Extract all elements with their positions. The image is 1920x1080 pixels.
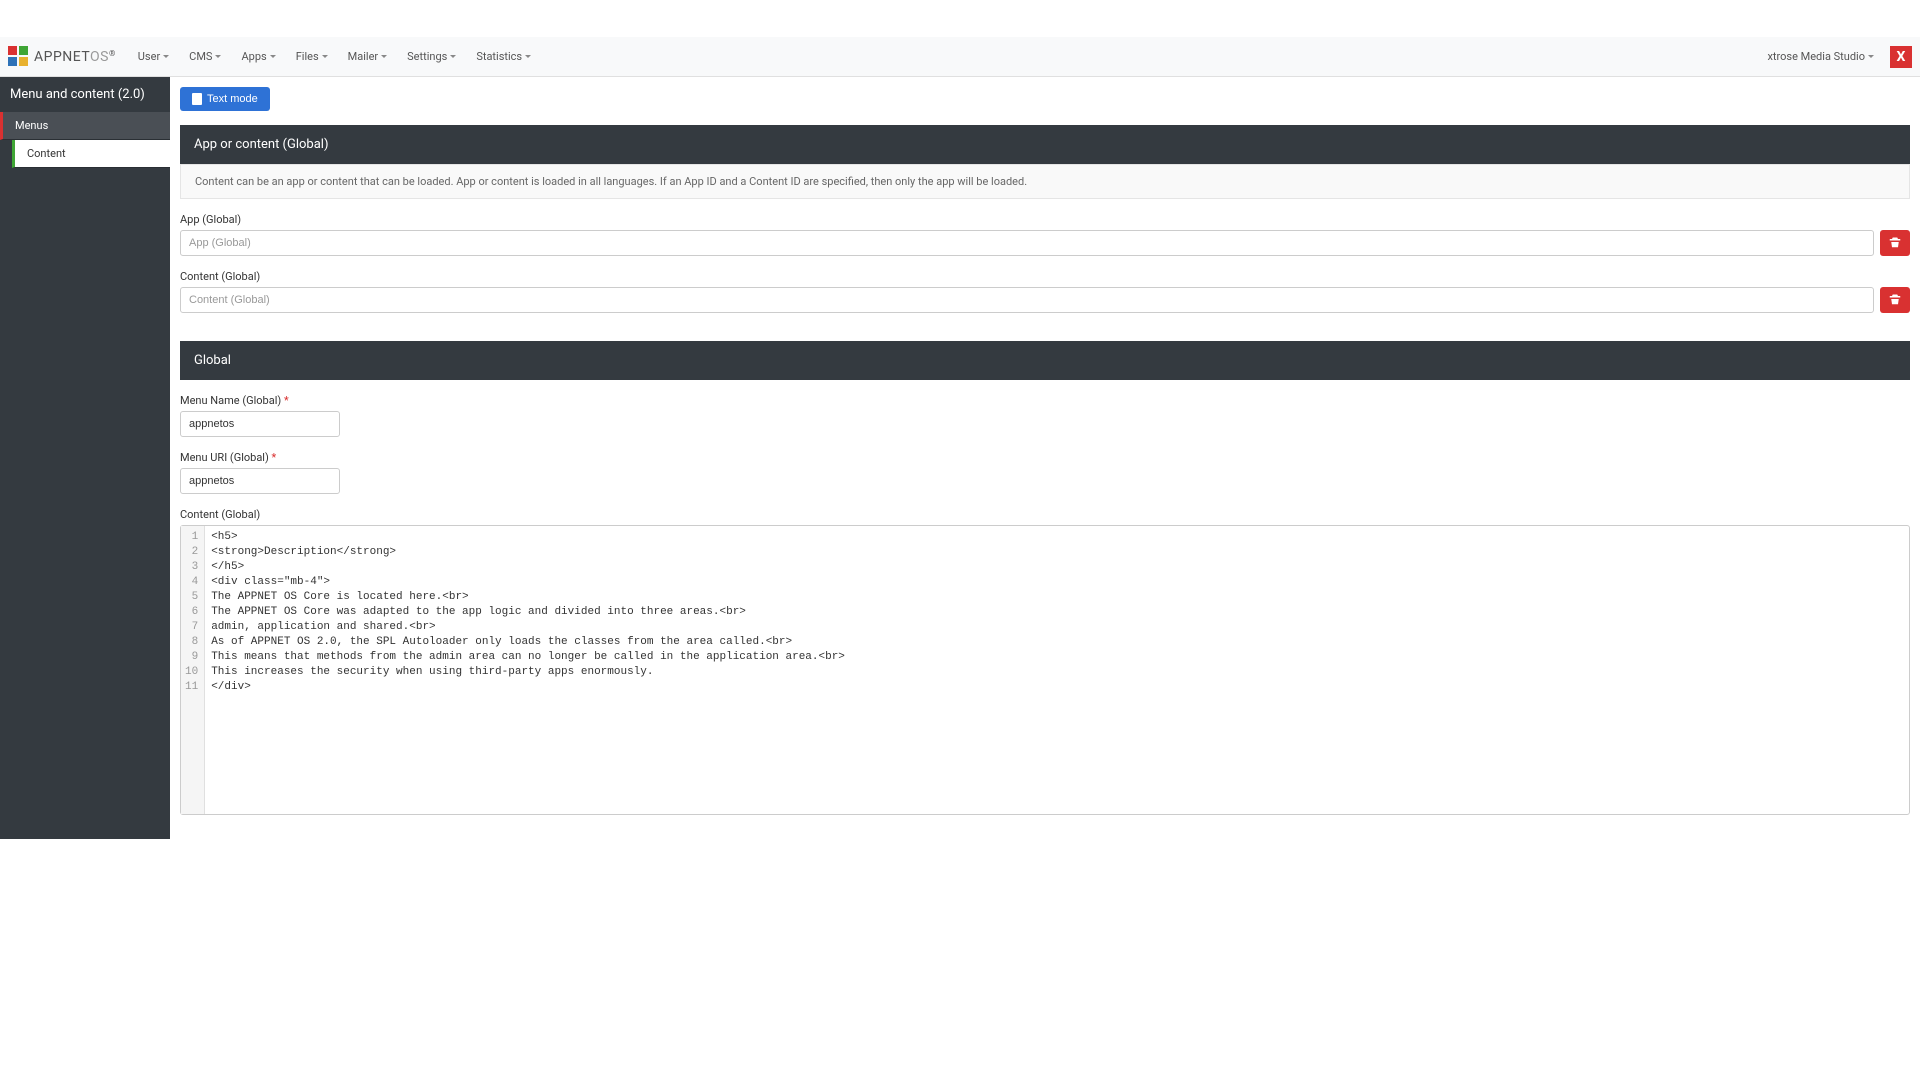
field-content-global: Content (Global): [180, 270, 1910, 313]
panel-header-app-content: App or content (Global): [180, 125, 1910, 164]
line-gutter: 1234567891011: [181, 526, 205, 814]
chevron-down-icon: [322, 55, 328, 58]
field-app: App (Global): [180, 213, 1910, 256]
top-nav: APPNETOS® User CMS Apps Files Mailer Set…: [0, 37, 1920, 77]
chevron-down-icon: [215, 55, 221, 58]
content-input[interactable]: [180, 287, 1874, 313]
nav-settings[interactable]: Settings: [397, 44, 466, 69]
content-editor-label: Content (Global): [180, 508, 1910, 521]
nav-cms[interactable]: CMS: [179, 44, 231, 69]
chevron-down-icon: [270, 55, 276, 58]
chevron-down-icon: [381, 55, 387, 58]
nav-statistics[interactable]: Statistics: [466, 44, 541, 69]
delete-content-button[interactable]: [1880, 287, 1910, 313]
chevron-down-icon: [525, 55, 531, 58]
content-label: Content (Global): [180, 270, 1910, 283]
trash-icon: [1889, 236, 1901, 251]
sidebar-item-menus[interactable]: Menus: [0, 112, 170, 140]
menu-name-label: Menu Name (Global) *: [180, 394, 1910, 407]
menu-uri-input[interactable]: [180, 468, 340, 494]
info-text: Content can be an app or content that ca…: [180, 164, 1910, 199]
code-lines[interactable]: <h5><strong>Description</strong></h5><di…: [205, 526, 1909, 814]
top-whitespace: [0, 0, 1920, 37]
close-badge[interactable]: X: [1890, 46, 1912, 68]
field-content-editor: Content (Global) 1234567891011 <h5><stro…: [180, 508, 1910, 815]
panel-header-global: Global: [180, 341, 1910, 380]
brand-text: APPNETOS®: [34, 49, 116, 65]
user-menu[interactable]: xtrose Media Studio: [1757, 44, 1884, 69]
nav-apps[interactable]: Apps: [231, 44, 285, 69]
brand-logo[interactable]: APPNETOS®: [8, 46, 116, 68]
field-menu-uri: Menu URI (Global) *: [180, 451, 1910, 494]
nav-files[interactable]: Files: [286, 44, 338, 69]
file-icon: [192, 93, 202, 105]
field-menu-name: Menu Name (Global) *: [180, 394, 1910, 437]
sidebar: Menu and content (2.0) Menus Content: [0, 77, 170, 839]
main-content: Text mode App or content (Global) Conten…: [170, 77, 1920, 839]
nav-mailer[interactable]: Mailer: [338, 44, 398, 69]
chevron-down-icon: [1868, 55, 1874, 58]
sidebar-item-content[interactable]: Content: [12, 140, 170, 168]
logo-icon: [8, 46, 30, 68]
text-mode-button[interactable]: Text mode: [180, 87, 270, 111]
nav-user[interactable]: User: [128, 44, 179, 69]
delete-app-button[interactable]: [1880, 230, 1910, 256]
app-input[interactable]: [180, 230, 1874, 256]
menu-name-input[interactable]: [180, 411, 340, 437]
app-label: App (Global): [180, 213, 1910, 226]
trash-icon: [1889, 293, 1901, 308]
chevron-down-icon: [450, 55, 456, 58]
sidebar-title: Menu and content (2.0): [0, 77, 170, 112]
code-editor[interactable]: 1234567891011 <h5><strong>Description</s…: [180, 525, 1910, 815]
chevron-down-icon: [163, 55, 169, 58]
menu-uri-label: Menu URI (Global) *: [180, 451, 1910, 464]
nav-right: xtrose Media Studio X: [1757, 44, 1912, 69]
nav-items: User CMS Apps Files Mailer Settings Stat…: [128, 44, 541, 69]
